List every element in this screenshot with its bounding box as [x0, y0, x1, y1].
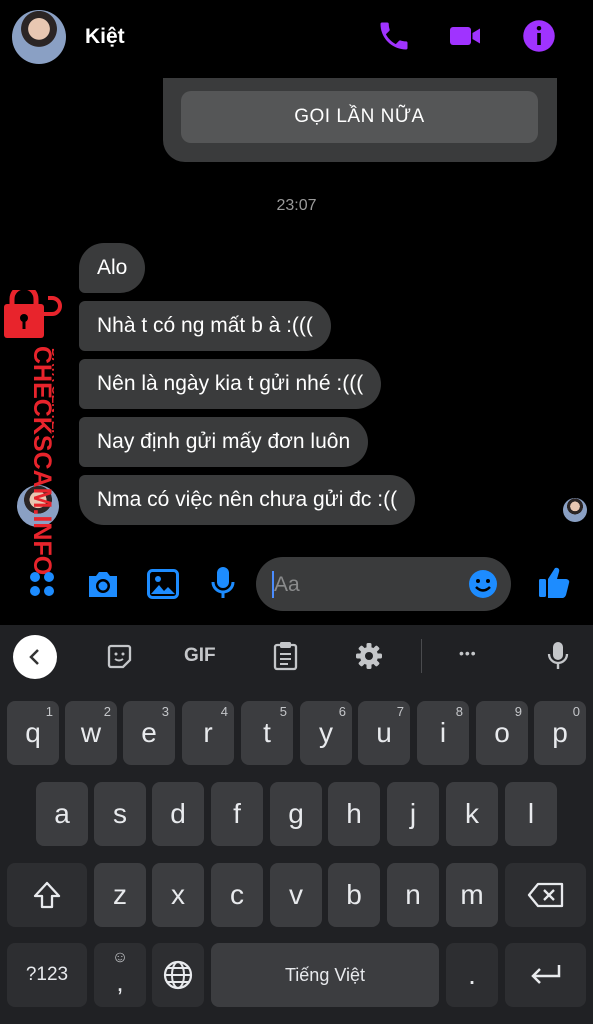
svg-text:DATA CENTER: DATA CENTER: [49, 348, 54, 439]
key-n[interactable]: n: [387, 863, 439, 927]
key-p[interactable]: p0: [534, 701, 586, 765]
shift-key[interactable]: [7, 863, 87, 927]
keyboard: GIF ••• q1 w2 e3 r4 t5 y6 u7 i 8 o 9 p 0…: [0, 625, 593, 1024]
key-number-hint: 8: [455, 704, 463, 719]
key-number-hint: 7: [396, 704, 404, 719]
keyboard-toolbar: GIF •••: [0, 625, 593, 689]
seen-receipt-avatar: [563, 498, 587, 522]
key-label: t: [263, 717, 271, 748]
missed-call-card: GỌI LẦN NỮA: [163, 78, 557, 162]
clipboard-icon[interactable]: [273, 641, 298, 671]
key-v[interactable]: v: [270, 863, 322, 927]
keyboard-back-button[interactable]: [13, 635, 57, 679]
key-number-hint: 1: [45, 704, 53, 719]
key-j[interactable]: j: [387, 782, 439, 846]
enter-key[interactable]: [505, 943, 586, 1007]
key-label: p: [552, 717, 568, 748]
comma-key[interactable]: ☺ ,: [94, 943, 146, 1007]
message-timestamp: 23:07: [276, 197, 317, 214]
backspace-key[interactable]: [505, 863, 586, 927]
key-number-hint: 4: [220, 704, 228, 719]
space-key[interactable]: Tiếng Việt: [211, 943, 439, 1007]
period-key[interactable]: .: [446, 943, 498, 1007]
message-input[interactable]: Aa: [256, 557, 511, 611]
key-number-hint: 5: [279, 704, 287, 719]
message-bubble[interactable]: Nma có việc nên chưa gửi đc :((: [79, 475, 416, 525]
key-m[interactable]: m: [446, 863, 498, 927]
toolbar-divider: [421, 639, 422, 673]
key-k[interactable]: k: [446, 782, 498, 846]
key-label: r: [203, 717, 213, 748]
shift-icon: [33, 881, 61, 909]
sticker-icon[interactable]: [106, 643, 133, 670]
symbols-key[interactable]: ?123: [7, 943, 87, 1007]
gif-button[interactable]: GIF: [184, 645, 216, 667]
message-bubble[interactable]: Nay định gửi mấy đơn luôn: [79, 417, 369, 467]
voice-input-icon[interactable]: [547, 641, 569, 671]
comma-label: ,: [116, 967, 124, 997]
microphone-icon[interactable]: [210, 566, 236, 600]
key-number-hint: 2: [103, 704, 111, 719]
phone-icon[interactable]: [376, 18, 412, 54]
thumbs-up-icon[interactable]: [537, 565, 571, 599]
key-label: i: [439, 717, 447, 748]
settings-gear-icon[interactable]: [355, 642, 383, 670]
key-label: e: [141, 717, 157, 748]
gallery-icon[interactable]: [147, 569, 179, 599]
key-w[interactable]: w2: [65, 701, 117, 765]
key-u[interactable]: u7: [358, 701, 410, 765]
key-x[interactable]: x: [152, 863, 204, 927]
call-again-button[interactable]: GỌI LẦN NỮA: [181, 91, 538, 143]
key-e[interactable]: e3: [123, 701, 175, 765]
key-o[interactable]: o9: [476, 701, 528, 765]
enter-icon: [530, 965, 560, 984]
key-f[interactable]: f: [211, 782, 263, 846]
message-input-placeholder: Aa: [274, 573, 300, 596]
key-label: o: [494, 717, 510, 748]
emoji-hint-icon: ☺: [111, 949, 129, 966]
globe-icon: [163, 960, 193, 990]
key-label: q: [25, 717, 41, 748]
key-c[interactable]: c: [211, 863, 263, 927]
key-s[interactable]: s: [94, 782, 146, 846]
message-bubble[interactable]: Nên là ngày kia t gửi nhé :(((: [79, 359, 382, 409]
message-bubble[interactable]: Alo: [79, 243, 146, 293]
key-q[interactable]: q1: [7, 701, 59, 765]
key-l[interactable]: l: [505, 782, 557, 846]
chat-header: Kiệt: [0, 0, 593, 72]
apps-icon[interactable]: [28, 570, 56, 598]
contact-avatar[interactable]: [12, 10, 66, 64]
key-y[interactable]: y6: [300, 701, 352, 765]
key-r[interactable]: r4: [182, 701, 234, 765]
key-t[interactable]: t5: [241, 701, 293, 765]
key-a[interactable]: a: [36, 782, 88, 846]
emoji-icon[interactable]: [468, 569, 498, 599]
key-label: w: [80, 717, 102, 748]
key-g[interactable]: g: [270, 782, 322, 846]
key-z[interactable]: z: [94, 863, 146, 927]
contact-name[interactable]: Kiệt: [85, 25, 125, 49]
key-i[interactable]: i8: [417, 701, 469, 765]
key-number-hint: 6: [338, 704, 346, 719]
key-number-hint: 9: [514, 704, 522, 719]
video-icon[interactable]: [447, 18, 483, 54]
info-icon[interactable]: [521, 18, 557, 54]
key-number-hint: 3: [161, 704, 169, 719]
key-h[interactable]: h: [328, 782, 380, 846]
key-label: u: [376, 717, 392, 748]
chevron-left-icon: [29, 649, 39, 665]
watermark-logo: CHECKSCAM.INFO DATA CENTER: [28, 346, 54, 575]
key-label: y: [319, 717, 333, 748]
message-bubble[interactable]: Nhà t có ng mất b à :(((: [79, 301, 331, 351]
key-number-hint: 0: [572, 704, 580, 719]
camera-icon[interactable]: [86, 568, 120, 600]
backspace-icon: [527, 882, 563, 908]
lock-icon: [4, 290, 62, 338]
key-d[interactable]: d: [152, 782, 204, 846]
language-key[interactable]: [152, 943, 204, 1007]
key-b[interactable]: b: [328, 863, 380, 927]
more-options-icon[interactable]: •••: [459, 645, 477, 661]
